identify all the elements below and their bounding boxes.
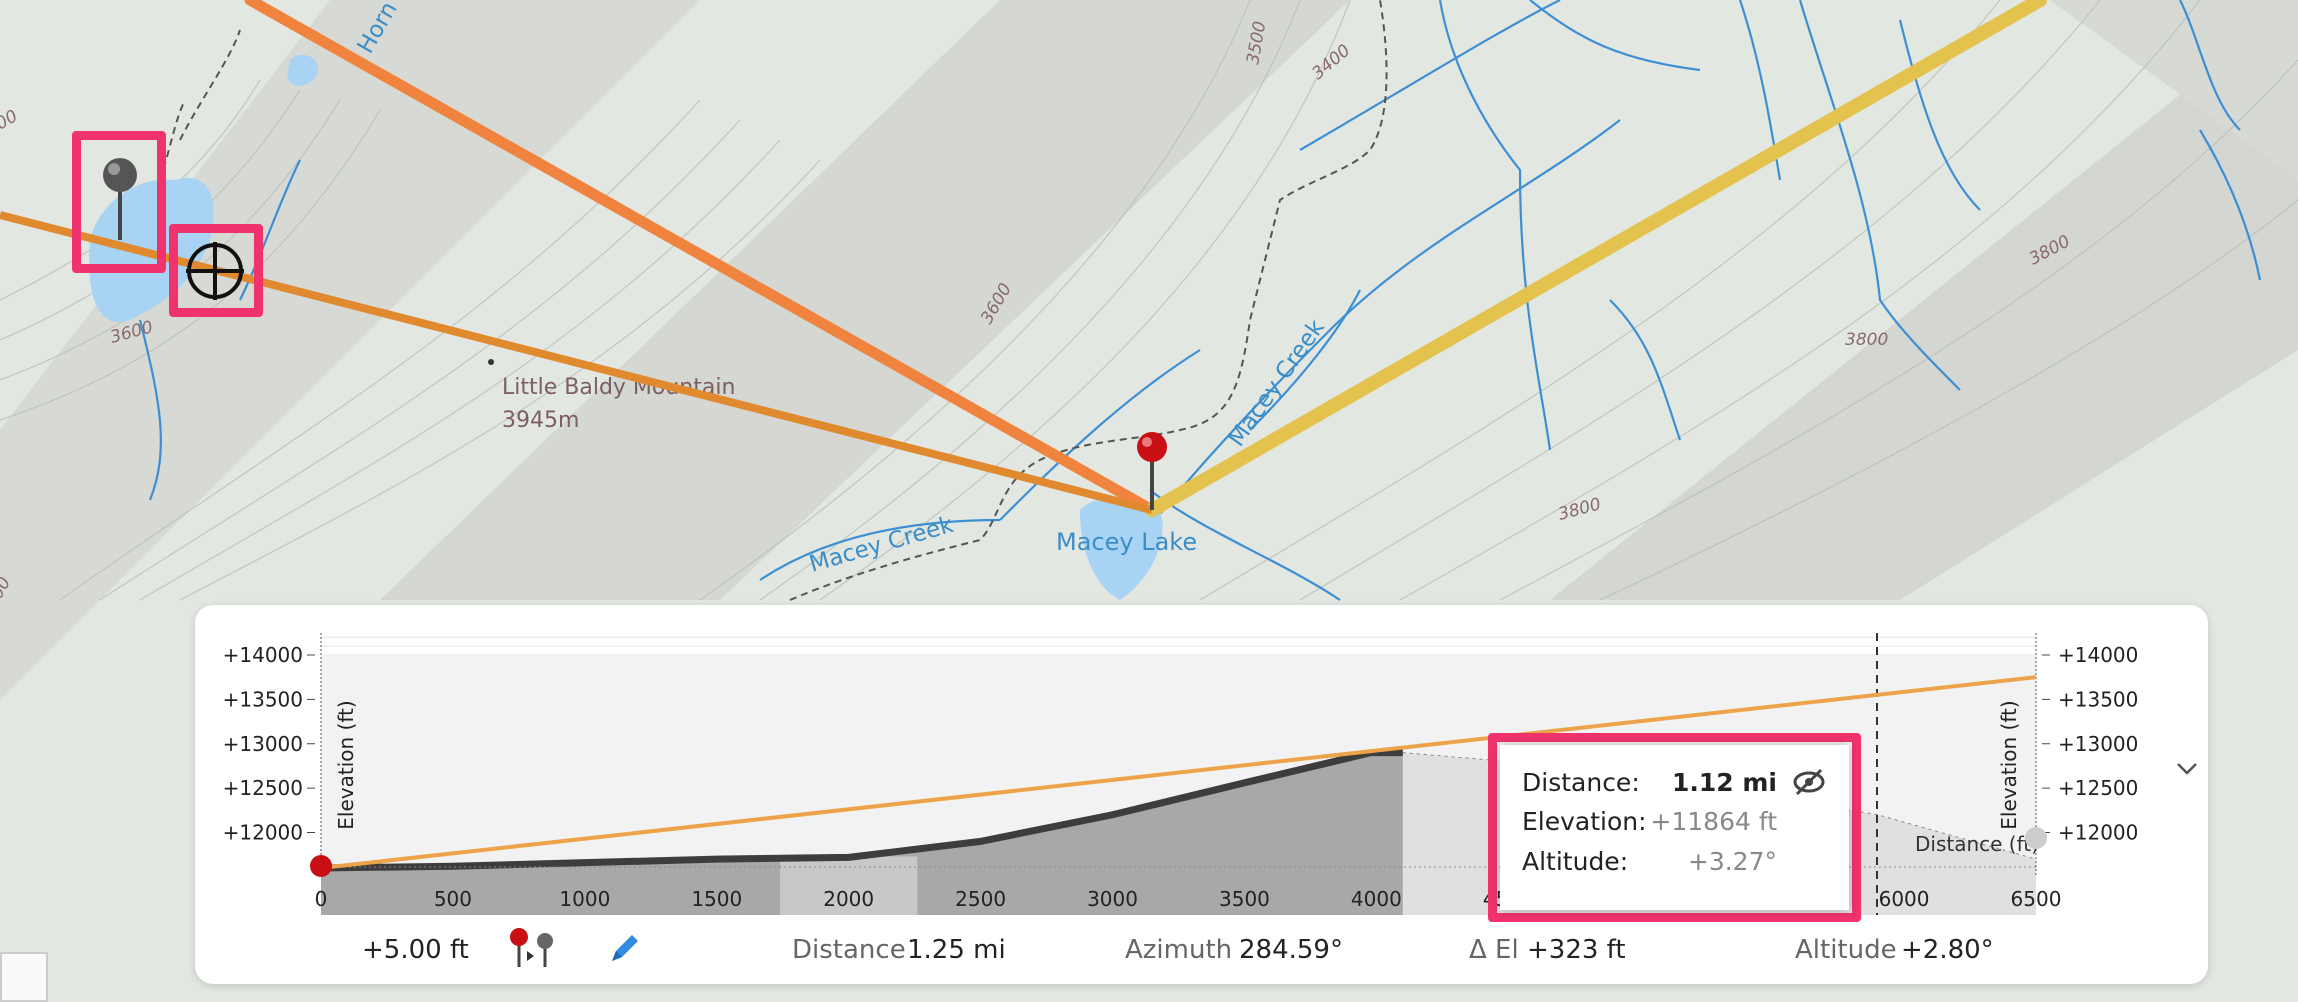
- y-axis-title-left: Elevation (ft): [334, 700, 358, 829]
- delta-elevation-value: +323 ft: [1527, 935, 1626, 965]
- altitude-label: Altitude: [1795, 935, 1897, 965]
- azimuth-value: 284.59°: [1239, 935, 1343, 965]
- tooltip-distance-value: 1.12 mi: [1671, 768, 1777, 797]
- elevation-profile-panel: +14000 +14000 +13500 +13500 +13000 +13000 +125…: [195, 605, 2208, 984]
- distance-label: Distance: [792, 935, 906, 965]
- x-axis-title: Distance (ft): [1915, 832, 2039, 856]
- chevron-down-icon[interactable]: [2175, 755, 2199, 783]
- y-axis-title-right: Elevation (ft): [1997, 700, 2021, 829]
- x-tick-label: 2500: [955, 887, 1006, 911]
- tooltip-distance-label: Distance:: [1522, 768, 1640, 797]
- y-tick-right: +13000: [2058, 732, 2138, 756]
- x-tick-label: 3000: [1087, 887, 1138, 911]
- svg-text:3800: 3800: [1845, 330, 1888, 350]
- profile-tooltip: Distance: 1.12 mi Elevation: +11864 ft A…: [1500, 745, 1849, 910]
- pencil-icon[interactable]: [608, 931, 642, 972]
- eye-slash-icon[interactable]: [1791, 764, 1827, 800]
- y-tick-left: +14000: [223, 643, 303, 667]
- lake-label: Macey Lake: [1056, 528, 1197, 556]
- map-scale-control[interactable]: [0, 952, 48, 1002]
- delta-elevation-label: Δ El: [1469, 935, 1519, 965]
- y-tick-left: +13000: [223, 732, 303, 756]
- target-point: [2025, 827, 2047, 849]
- grey-map-pin-icon[interactable]: [90, 150, 150, 260]
- x-tick-label: 6500: [2011, 887, 2062, 911]
- azimuth-label: Azimuth: [1125, 935, 1233, 965]
- observer-point: [310, 855, 332, 877]
- crosshair-icon[interactable]: [183, 239, 247, 303]
- peak-elevation-label: 3945m: [502, 408, 579, 433]
- y-tick-left: +13500: [223, 687, 303, 711]
- y-tick-right: +12500: [2058, 776, 2138, 800]
- y-tick-right: +12000: [2058, 821, 2138, 845]
- x-tick-label: 3500: [1219, 887, 1270, 911]
- x-tick-label: 500: [434, 887, 472, 911]
- tooltip-altitude-value: +3.27°: [1687, 847, 1777, 876]
- y-tick-left: +12500: [223, 776, 303, 800]
- swap-pins-icon[interactable]: [507, 925, 557, 976]
- x-tick-label: 1000: [559, 887, 610, 911]
- y-tick-right: +13500: [2058, 687, 2138, 711]
- x-tick-label: 0: [315, 887, 328, 911]
- tooltip-elevation-value: +11864 ft: [1650, 807, 1777, 836]
- tooltip-elevation-label: Elevation:: [1522, 807, 1647, 836]
- x-tick-label: 6000: [1879, 887, 1930, 911]
- y-tick-right: +14000: [2058, 643, 2138, 667]
- y-tick-left: +12000: [223, 821, 303, 845]
- distance-value: 1.25 mi: [907, 935, 1006, 965]
- tooltip-altitude-label: Altitude:: [1522, 847, 1629, 876]
- height-offset-value[interactable]: +5.00 ft: [362, 935, 469, 965]
- x-tick-label: 2000: [823, 887, 874, 911]
- elevation-profile-chart[interactable]: +14000 +14000 +13500 +13500 +13000 +13000 +125…: [195, 605, 2208, 984]
- x-tick-label: 4000: [1351, 887, 1402, 911]
- x-tick-label: 1500: [691, 887, 742, 911]
- altitude-value: +2.80°: [1901, 935, 1994, 965]
